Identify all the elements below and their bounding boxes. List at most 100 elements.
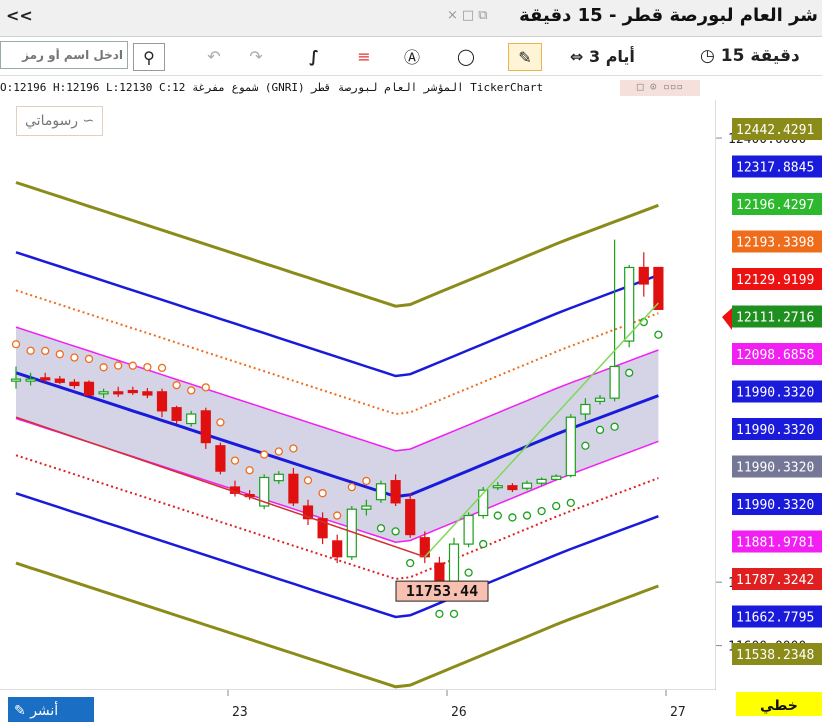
parabolic-sar-point xyxy=(187,386,196,395)
candle-body xyxy=(25,378,36,382)
parabolic-sar-point xyxy=(493,511,502,520)
publish-button-label: ✎ أنشر xyxy=(14,701,58,719)
candle-body xyxy=(463,514,474,545)
candle-body xyxy=(375,483,387,501)
parabolic-sar-point xyxy=(84,354,94,364)
candle-body xyxy=(521,482,533,489)
parabolic-sar-point xyxy=(333,511,342,520)
parabolic-sar-point xyxy=(172,381,181,390)
parabolic-sar-point xyxy=(537,506,546,516)
parabolic-sar-point xyxy=(376,524,386,533)
date-tick-label: 23 xyxy=(232,705,248,720)
parabolic-sar-point xyxy=(99,363,108,372)
parabolic-sar-point xyxy=(391,527,400,536)
price-label-text: 11990.3320 xyxy=(736,386,814,401)
price-label-text: 12196.4297 xyxy=(736,198,814,213)
candle-body xyxy=(113,391,124,395)
parabolic-sar-point xyxy=(216,418,225,427)
low-annotation-label: 11753.44 xyxy=(406,582,478,600)
candle-body xyxy=(507,485,518,491)
parabolic-sar-point xyxy=(610,422,619,431)
parabolic-sar-point xyxy=(289,444,298,453)
candle-body xyxy=(273,473,284,482)
candle-body xyxy=(609,365,620,399)
outer-lower-band xyxy=(15,561,659,689)
parabolic-sar-point xyxy=(143,362,152,372)
candle-body xyxy=(156,391,168,412)
parabolic-sar-point xyxy=(55,350,64,359)
candle-body xyxy=(200,410,211,444)
date-axis-panel xyxy=(0,690,822,722)
price-label-text: 11990.3320 xyxy=(736,461,814,476)
candle-body xyxy=(288,473,299,504)
parabolic-sar-point xyxy=(449,609,459,619)
parabolic-sar-point xyxy=(552,501,561,511)
candle-body xyxy=(492,485,503,489)
parabolic-sar-point xyxy=(274,447,283,456)
candle-body xyxy=(361,505,372,510)
price-label-text: 12129.9199 xyxy=(736,273,814,288)
candle-body xyxy=(127,389,138,394)
price-label-text: 12442.4291 xyxy=(736,123,814,138)
parabolic-sar-point xyxy=(157,363,167,373)
bollinger-band-fill xyxy=(16,327,659,543)
parabolic-sar-point xyxy=(625,368,634,377)
parabolic-sar-point xyxy=(566,498,575,507)
candle-body xyxy=(434,562,445,583)
parabolic-sar-point xyxy=(245,466,254,475)
parabolic-sar-point xyxy=(508,513,517,522)
price-label-text: 11990.3320 xyxy=(736,423,814,438)
candle-body xyxy=(624,266,635,342)
candle-body xyxy=(390,480,401,504)
date-tick-label: 27 xyxy=(670,705,686,720)
candle-body xyxy=(580,403,591,415)
parabolic-sar-point xyxy=(201,383,210,392)
outer-upper-band xyxy=(15,181,659,308)
candle-body xyxy=(536,478,547,484)
candle-body xyxy=(448,543,460,583)
parabolic-sar-point xyxy=(479,539,488,549)
parabolic-sar-point xyxy=(128,361,137,370)
candle-body xyxy=(215,445,226,472)
parabolic-sar-point xyxy=(11,340,21,349)
date-tick-label: 26 xyxy=(451,705,467,720)
candle-body xyxy=(565,416,576,477)
parabolic-sar-point xyxy=(464,568,473,577)
candle-body xyxy=(98,391,109,395)
candle-body xyxy=(69,381,80,387)
candle-body xyxy=(171,407,182,421)
parabolic-sar-point xyxy=(303,476,313,485)
price-label-text: 12111.2716 xyxy=(736,311,814,326)
parabolic-sar-point xyxy=(26,346,35,355)
candle-body xyxy=(83,381,95,396)
upper-channel-line xyxy=(15,251,659,378)
candle-body xyxy=(54,378,65,383)
candle-body xyxy=(638,266,649,285)
parabolic-sar-point xyxy=(595,425,605,435)
candle-body xyxy=(10,378,22,382)
price-label-text: 12098.6858 xyxy=(736,348,814,363)
parabolic-sar-point xyxy=(114,361,123,370)
price-label-text: 12317.8845 xyxy=(736,161,814,176)
parabolic-sar-point xyxy=(406,558,415,568)
price-chart[interactable]: 12400.000011700.000011600.0000232627 117… xyxy=(0,0,822,722)
parabolic-sar-point xyxy=(654,330,663,339)
line-style-button-label: خطي xyxy=(760,698,798,714)
candle-body xyxy=(332,540,343,558)
parabolic-sar-point xyxy=(435,609,444,619)
candle-body xyxy=(405,499,416,536)
parabolic-sar-point xyxy=(362,476,371,486)
candle-body xyxy=(594,397,606,402)
parabolic-sar-point xyxy=(230,456,240,465)
candle-body xyxy=(186,413,197,425)
parabolic-sar-point xyxy=(347,482,356,492)
price-label-text: 11662.7795 xyxy=(736,611,814,626)
candle-body xyxy=(142,391,153,396)
price-label-text: 11787.3242 xyxy=(736,573,814,588)
parabolic-sar-point xyxy=(70,353,79,362)
candle-body xyxy=(551,475,562,480)
price-label-text: 11881.9781 xyxy=(736,536,814,551)
price-label-text: 11990.3320 xyxy=(736,498,814,513)
parabolic-sar-point xyxy=(318,489,327,498)
parabolic-sar-point xyxy=(260,450,269,459)
